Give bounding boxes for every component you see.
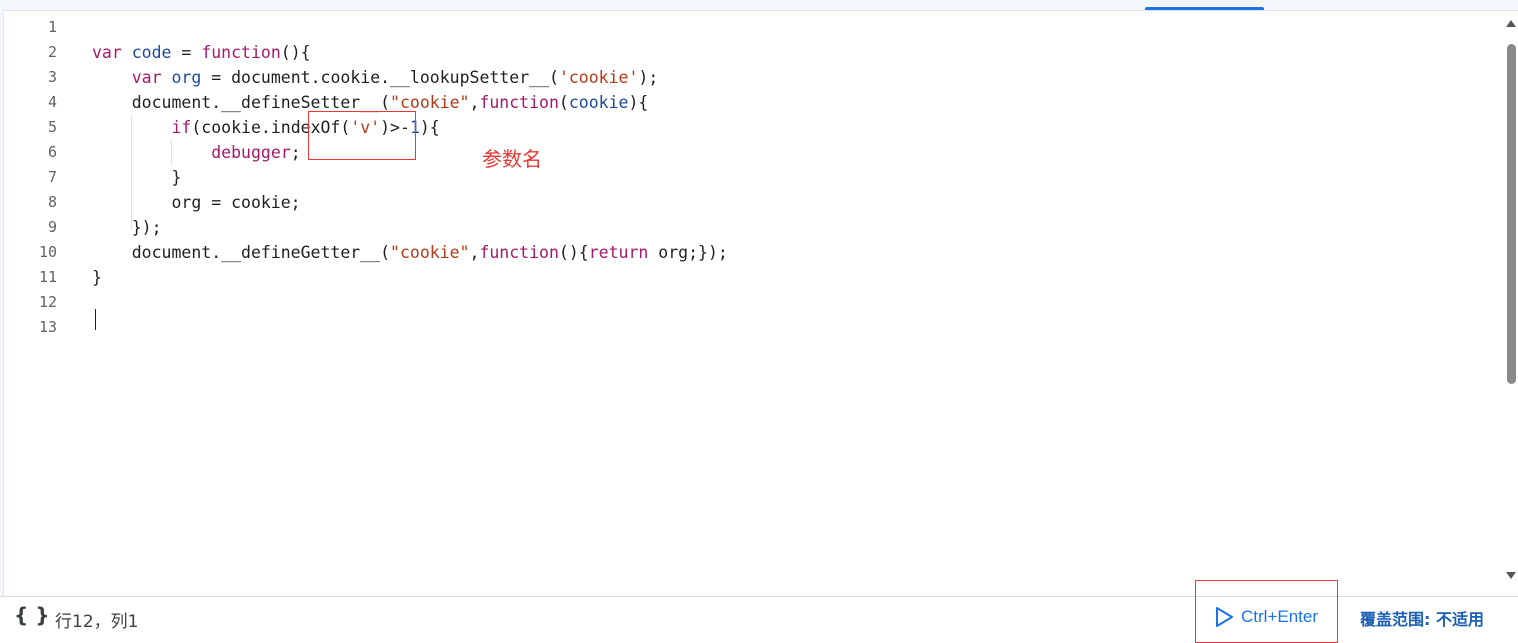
run-snippet-button[interactable]: Ctrl+Enter	[1214, 604, 1318, 630]
code-line[interactable]: 10 document.__defineGetter__("cookie",fu…	[4, 240, 1494, 265]
code-token: org = cookie;	[92, 193, 301, 212]
code-token: });	[92, 218, 162, 237]
coverage-status: 覆盖范围: 不适用	[1360, 610, 1484, 629]
code-token: function	[479, 93, 559, 112]
code-text: var code = function(){	[92, 40, 311, 65]
code-token: var	[92, 43, 122, 62]
code-line[interactable]: 3 var org = document.cookie.__lookupSett…	[4, 65, 1494, 90]
code-line[interactable]: 9 });	[4, 215, 1494, 240]
code-editor[interactable]: 1 2 var code = function(){3 var org = docu…	[4, 15, 1504, 595]
code-token: org;});	[648, 243, 728, 262]
code-line[interactable]: 8 org = cookie;	[4, 190, 1494, 215]
code-token: = document.cookie.__lookupSetter__(	[201, 68, 559, 87]
code-text: org = cookie;	[92, 190, 301, 215]
code-text: document.__defineGetter__("cookie",funct…	[92, 240, 728, 265]
vertical-scrollbar[interactable]	[1504, 12, 1518, 586]
code-line[interactable]: 12	[4, 290, 1494, 315]
code-token: ;	[290, 143, 301, 162]
code-token: (){	[558, 243, 589, 262]
line-number: 9	[47, 218, 57, 236]
run-shortcut-label: Ctrl+Enter	[1241, 607, 1318, 626]
code-token: (	[558, 93, 569, 112]
line-number: 12	[38, 293, 57, 311]
line-number: 2	[47, 43, 57, 61]
status-bar: { } 行12，列1 Ctrl+Enter 覆盖范围: 不适用	[0, 580, 1518, 643]
line-number: 7	[47, 168, 57, 186]
line-number: 13	[38, 318, 57, 336]
code-text: var org = document.cookie.__lookupSetter…	[92, 65, 659, 90]
code-token: ){	[419, 118, 440, 137]
code-token: (){	[280, 43, 311, 62]
code-line[interactable]: 4 document.__defineSetter__("cookie",fun…	[4, 90, 1494, 115]
code-token: ,	[469, 243, 480, 262]
scrollbar-thumb[interactable]	[1507, 44, 1516, 384]
code-line[interactable]: 7 }	[4, 165, 1494, 190]
cursor-position: 行12，列1	[55, 612, 139, 632]
code-token: if	[171, 118, 192, 137]
code-token: "cookie"	[390, 93, 470, 112]
line-number: 4	[47, 93, 57, 111]
line-number: 1	[47, 18, 57, 36]
top-tab-strip	[0, 0, 1518, 11]
code-token: ,	[469, 93, 480, 112]
scroll-down-arrow-icon[interactable]	[1506, 572, 1516, 579]
code-token: function	[479, 243, 559, 262]
line-number: 5	[47, 118, 57, 136]
code-token: document.__defineGetter__(	[92, 243, 391, 262]
code-line[interactable]: 11}	[4, 265, 1494, 290]
code-line[interactable]: 1	[4, 15, 1494, 40]
code-token: debugger	[211, 143, 291, 162]
code-text: debugger;	[92, 140, 301, 165]
line-number: 8	[47, 193, 57, 211]
code-token: }	[92, 268, 102, 287]
code-token: document.__defineSetter__(	[92, 93, 391, 112]
code-token: );	[638, 68, 659, 87]
code-token: org	[171, 68, 202, 87]
code-text: }	[92, 165, 181, 190]
annotation-label: 参数名	[482, 147, 542, 171]
code-token: "cookie"	[390, 243, 470, 262]
active-tab-indicator	[1145, 7, 1264, 10]
code-line[interactable]: 13	[4, 315, 1494, 340]
code-token: function	[201, 43, 281, 62]
code-line[interactable]: 5 if(cookie.indexOf('v')>-1){	[4, 115, 1494, 140]
scroll-up-arrow-icon[interactable]	[1506, 20, 1516, 27]
line-number: 3	[47, 68, 57, 86]
code-token: ){	[628, 93, 649, 112]
code-line[interactable]: 2 var code = function(){	[4, 40, 1494, 65]
code-text: });	[92, 215, 162, 240]
code-token: =	[171, 43, 202, 62]
line-number: 6	[47, 143, 57, 161]
code-token: 'cookie'	[558, 68, 639, 87]
pretty-print-icon[interactable]: { }	[14, 603, 49, 627]
annotation-highlight-box	[308, 111, 416, 160]
code-token: cookie	[568, 93, 629, 112]
code-token: return	[588, 243, 649, 262]
code-text: }	[92, 265, 102, 290]
code-line[interactable]: 6 debugger;	[4, 140, 1494, 165]
code-token: }	[92, 168, 182, 187]
code-token: code	[131, 43, 172, 62]
code-token: var	[131, 68, 162, 87]
play-icon	[1216, 607, 1233, 627]
line-number: 10	[38, 243, 57, 261]
line-number: 11	[38, 268, 57, 286]
